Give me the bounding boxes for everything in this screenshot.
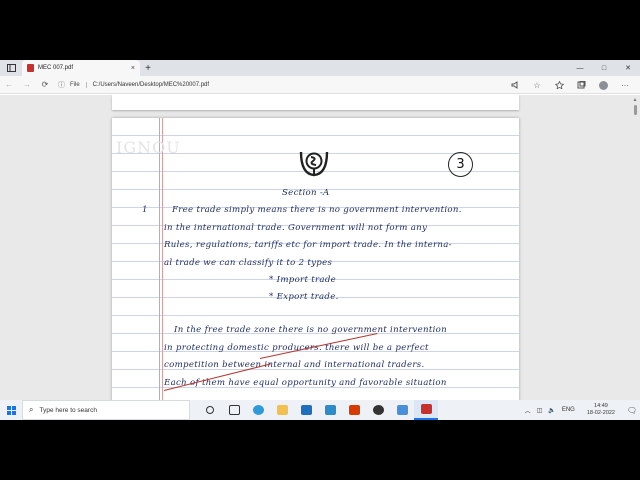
store-icon[interactable] [318,400,342,420]
maximize-button[interactable]: □ [592,60,616,76]
letterbox-top [0,0,640,60]
vertical-scrollbar[interactable]: ▲ [632,97,638,417]
language-indicator[interactable]: ENG [562,407,575,413]
clock-time: 14:49 [594,403,608,409]
section-heading: Section -A [282,188,330,198]
read-aloud-icon[interactable] [504,81,526,89]
answer-line: competition between internal and interna… [164,360,425,370]
watermark-stamp: IGNOU [116,138,181,157]
answer-line: in the international trade. Government w… [164,223,428,233]
office-icon[interactable] [342,400,366,420]
favorite-star-icon[interactable]: ☆ [526,81,548,90]
tab-close-icon[interactable]: × [131,65,135,72]
url-scheme-label: File [70,81,87,88]
start-button[interactable] [0,400,22,420]
tray-overflow-icon[interactable]: ︿ [525,406,531,415]
clock[interactable]: 14:49 18-02-2022 [584,403,618,417]
file-explorer-icon[interactable] [270,400,294,420]
search-placeholder: Type here to search [39,406,97,414]
notification-icon[interactable]: 🗨 [624,400,640,420]
back-button[interactable]: ← [0,76,18,94]
screen: MEC 007.pdf × + — □ ✕ ← → ⟳ ⓘ File C:/Us… [0,60,640,420]
url-field[interactable]: ⓘ File C:/Users/Naveen/Desktop/MEC%20007… [58,80,209,90]
tab-strip: MEC 007.pdf × + — □ ✕ [0,60,640,76]
answer-line: Rules, regulations, tariffs etc for impo… [164,240,452,250]
answer-line: in protecting domestic producers. there … [164,343,429,353]
system-tray: ︿ ◫ 🔈 ENG 14:49 18-02-2022 🗨 [522,400,640,420]
profile-avatar[interactable] [592,80,614,90]
tab-actions-icon[interactable] [0,60,22,76]
answer-line: Free trade simply means there is no gove… [172,205,462,215]
address-bar: ← → ⟳ ⓘ File C:/Users/Naveen/Desktop/MEC… [0,76,640,94]
taskbar: ⌕ Type here to search ︿ ◫ 🔈 ENG 14:49 18… [0,400,640,420]
scroll-up-arrow-icon[interactable]: ▲ [632,97,638,103]
margin-line-inner [162,118,163,420]
more-menu-icon[interactable]: ··· [614,81,636,90]
letterbox-bottom [0,420,640,480]
clock-date: 18-02-2022 [586,410,615,416]
new-tab-button[interactable]: + [140,60,156,76]
pdf-page: IGNOU 3 Section -A 1 Free trade simply m… [112,118,519,420]
tab-pdf[interactable]: MEC 007.pdf × [22,60,140,76]
search-icon: ⌕ [29,405,34,414]
bullet-item: * Export trade. [269,292,339,302]
scrollbar-thumb[interactable] [633,105,637,115]
cortana-icon[interactable] [198,400,222,420]
info-icon[interactable]: ⓘ [58,80,65,90]
task-view-icon[interactable] [222,400,246,420]
taskbar-search-box[interactable]: ⌕ Type here to search [22,400,190,420]
volume-icon[interactable]: 🔈 [548,407,555,414]
previous-page [112,95,519,110]
question-number: 1 [142,205,148,215]
mail-icon[interactable] [294,400,318,420]
page-number: 3 [448,152,473,177]
photos-icon[interactable] [390,400,414,420]
windows-logo-icon [6,405,16,415]
refresh-button[interactable]: ⟳ [36,76,54,94]
favorites-icon[interactable] [548,81,570,89]
collections-icon[interactable] [570,81,592,89]
minimize-button[interactable]: — [568,60,592,76]
answer-line: In the free trade zone there is no gover… [174,325,447,335]
pdf-reader-icon[interactable] [414,400,438,420]
ignou-logo-icon [299,151,329,177]
pdf-viewer: IGNOU 3 Section -A 1 Free trade simply m… [0,95,640,420]
edge-browser-icon[interactable] [246,400,270,420]
answer-line: al trade we can classify it to 2 types [164,258,333,268]
pdf-icon [27,64,34,72]
margin-line [159,118,160,420]
tab-title: MEC 007.pdf [38,65,74,71]
forward-button[interactable]: → [18,76,36,94]
close-window-button[interactable]: ✕ [616,60,640,76]
url-text[interactable]: C:/Users/Naveen/Desktop/MEC%20007.pdf [93,82,209,88]
bullet-item: * Import trade [269,275,337,285]
app-icon[interactable] [366,400,390,420]
network-icon[interactable]: ◫ [537,407,543,414]
